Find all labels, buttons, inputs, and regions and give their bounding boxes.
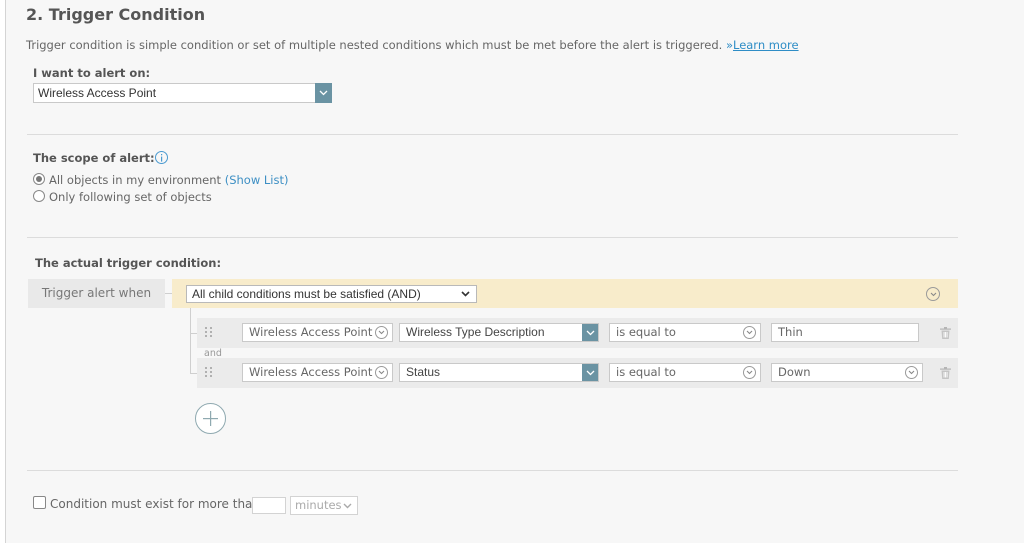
condition-operator-value: is equal to	[616, 325, 676, 339]
condition-row: Wireless Access Point Wireless Type Desc…	[197, 318, 958, 348]
chevron-down-icon	[582, 324, 598, 341]
trash-icon[interactable]	[940, 367, 951, 379]
drag-handle-icon[interactable]	[205, 367, 213, 379]
chevron-down-icon	[743, 366, 756, 379]
trigger-condition-panel	[5, 0, 1024, 543]
duration-unit-value: minutes	[295, 498, 342, 512]
condition-property-value: Wireless Type Description	[406, 325, 545, 339]
trigger-group-bar: All child conditions must be satisfied (…	[172, 279, 958, 308]
section-title: 2. Trigger Condition	[26, 5, 206, 24]
tree-connector	[190, 373, 197, 374]
tree-connector	[165, 293, 172, 294]
chevron-down-icon	[375, 326, 388, 339]
condition-operator-value: is equal to	[616, 365, 676, 379]
trigger-label: The actual trigger condition:	[35, 256, 222, 270]
chevron-down-icon	[905, 366, 918, 379]
scope-option-all-label: All objects in my environment	[49, 173, 222, 187]
scope-option-all: All objects in my environment (Show List…	[49, 173, 288, 187]
condition-operator-select[interactable]: is equal to	[609, 363, 761, 382]
condition-row: Wireless Access Point Status is equal to…	[197, 358, 958, 388]
tree-connector	[190, 333, 197, 334]
condition-value: Down	[778, 365, 811, 379]
chevron-down-icon	[315, 83, 332, 103]
alert-on-select[interactable]: Wireless Access Point	[33, 83, 332, 103]
alert-on-value: Wireless Access Point	[38, 86, 157, 100]
trigger-mode-value: All child conditions must be satisfied (…	[192, 287, 421, 301]
duration-unit-select[interactable]: minutes	[290, 496, 358, 515]
chevron-down-icon	[375, 366, 388, 379]
divider	[27, 470, 958, 471]
alert-on-label: I want to alert on:	[33, 66, 151, 80]
divider	[27, 237, 958, 238]
condition-object-value: Wireless Access Point	[249, 365, 373, 379]
group-collapse-icon[interactable]	[926, 287, 940, 301]
trash-icon[interactable]	[940, 327, 951, 339]
divider	[27, 134, 958, 135]
condition-property-select[interactable]: Status	[399, 363, 599, 382]
radio-all-objects[interactable]	[33, 173, 45, 185]
chevron-down-icon	[582, 364, 598, 381]
drag-handle-icon[interactable]	[205, 327, 213, 339]
scope-label: The scope of alert:	[33, 151, 155, 165]
info-icon[interactable]	[155, 151, 168, 164]
chevron-down-icon	[743, 326, 756, 339]
scope-option-following: Only following set of objects	[49, 190, 212, 204]
radio-following-set[interactable]	[33, 190, 45, 202]
learn-more-prefix: »	[725, 38, 733, 52]
duration-checkbox[interactable]	[33, 496, 46, 509]
condition-property-select[interactable]: Wireless Type Description	[399, 323, 599, 342]
learn-more-link[interactable]: »Learn more	[726, 38, 799, 52]
condition-property-value: Status	[406, 365, 441, 379]
show-list-link[interactable]: (Show List)	[225, 173, 289, 187]
add-condition-button[interactable]	[195, 403, 226, 434]
condition-object-select[interactable]: Wireless Access Point	[242, 323, 393, 342]
tree-connector	[190, 308, 191, 374]
learn-more-text: Learn more	[732, 38, 799, 52]
trigger-mode-select[interactable]: All child conditions must be satisfied (…	[186, 285, 477, 303]
condition-value-input[interactable]: Thin	[771, 323, 919, 342]
condition-value: Thin	[778, 325, 803, 339]
duration-label: Condition must exist for more than	[50, 497, 261, 511]
trigger-when-label: Trigger alert when	[28, 279, 165, 308]
condition-value-select[interactable]: Down	[771, 363, 923, 382]
condition-object-select[interactable]: Wireless Access Point	[242, 363, 393, 382]
plus-icon	[203, 411, 218, 426]
chevron-down-icon	[343, 503, 352, 509]
chevron-down-icon	[461, 291, 470, 297]
condition-operator-select[interactable]: is equal to	[609, 323, 761, 342]
section-description: Trigger condition is simple condition or…	[26, 38, 799, 52]
duration-minutes-input[interactable]	[252, 497, 286, 514]
condition-object-value: Wireless Access Point	[249, 325, 373, 339]
description-text: Trigger condition is simple condition or…	[26, 38, 723, 52]
